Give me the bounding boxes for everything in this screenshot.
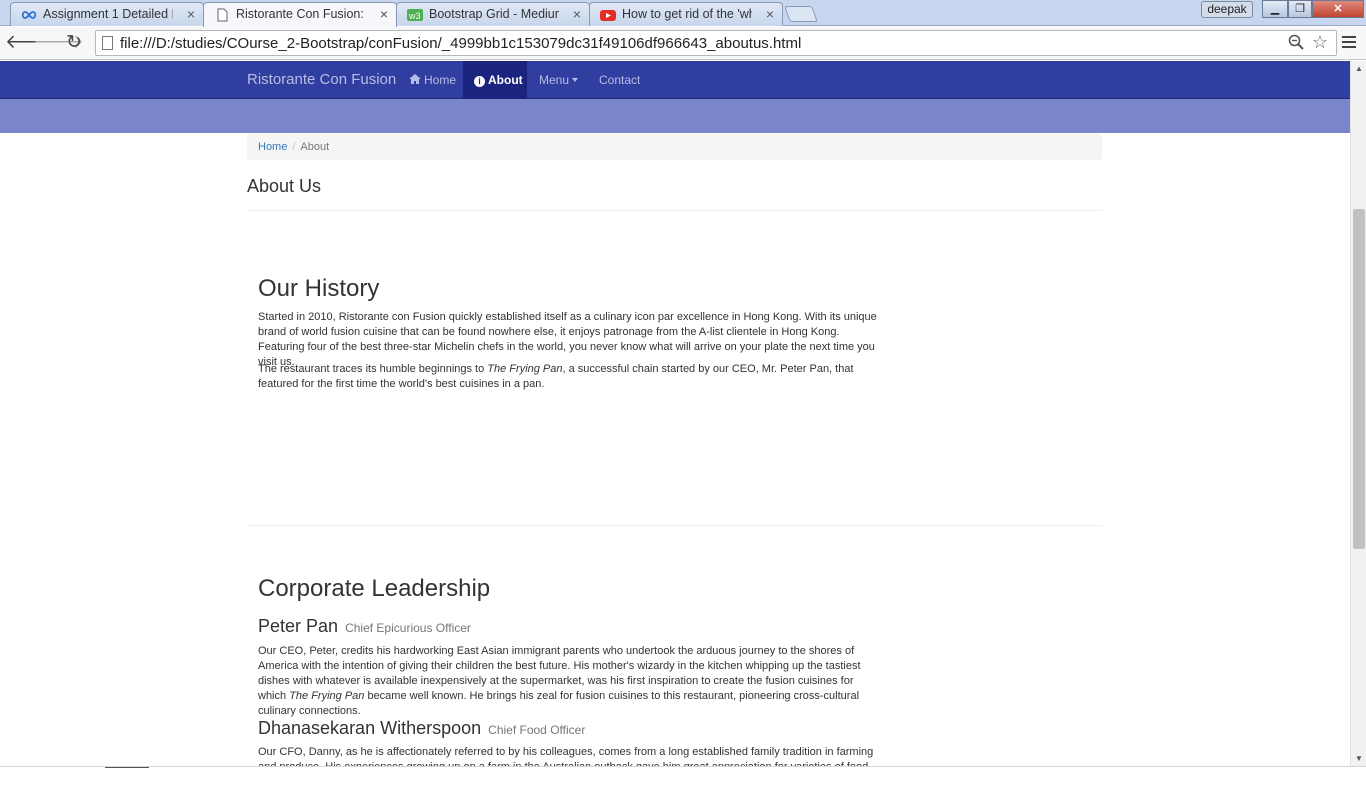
breadcrumb-current: About	[300, 141, 330, 153]
breadcrumb: Home / About	[247, 134, 1102, 160]
tab-title: How to get rid of the 'whi	[622, 7, 752, 21]
page-icon	[102, 36, 113, 50]
bookmark-star-icon[interactable]: ☆	[1312, 32, 1328, 53]
browser-tab-ristorante[interactable]: Ristorante Con Fusion: Ab ×	[203, 2, 397, 27]
browser-toolbar: 🡐 🡒 ↻ file:///D:/studies/COurse_2-Bootst…	[0, 27, 1366, 60]
address-url[interactable]: file:///D:/studies/COurse_2-Bootstrap/co…	[120, 35, 801, 52]
jumbotron-header	[0, 99, 1350, 133]
home-icon	[409, 62, 421, 100]
person-bio: Our CFO, Danny, as he is affectionately …	[258, 746, 874, 766]
nav-label-menu: Menu	[539, 73, 570, 87]
history-paragraph-2: The restaurant traces its humble beginni…	[258, 363, 854, 390]
history-paragraph-1: Started in 2010, Ristorante con Fusion q…	[258, 311, 877, 368]
person-name-text: Dhanasekaran Witherspoon	[258, 718, 482, 738]
person-name: Peter Pan Chief Epicurious Officer	[258, 616, 471, 637]
close-icon[interactable]: ×	[187, 6, 195, 22]
person-role: Chief Epicurious Officer	[345, 621, 471, 635]
nav-item-menu[interactable]: Menu	[528, 61, 589, 99]
nav-item-about[interactable]: i About	[463, 61, 527, 99]
nav-label-home: Home	[424, 73, 457, 87]
browser-tab-youtube[interactable]: How to get rid of the 'whi ×	[589, 2, 783, 26]
back-icon[interactable]: 🡐	[5, 31, 56, 55]
profile-button[interactable]: deepak	[1201, 1, 1253, 18]
tab-title: Bootstrap Grid - Medium	[429, 7, 559, 21]
browser-tab-strip: Assignment 1 Detailed Ins × Ristorante C…	[0, 0, 1366, 27]
zoom-icon[interactable]	[1288, 34, 1304, 55]
window-close-icon[interactable]: ✕	[1312, 0, 1364, 18]
w3schools-icon: w3	[407, 8, 423, 22]
minimize-icon[interactable]: ▁	[1262, 0, 1288, 18]
navbar-brand[interactable]: Ristorante Con Fusion	[247, 71, 396, 88]
person-name: Dhanasekaran Witherspoon Chief Food Offi…	[258, 718, 585, 739]
scroll-up-arrow-icon[interactable]: ▲	[1355, 64, 1363, 73]
vertical-scrollbar[interactable]: ▲ ▼	[1350, 61, 1366, 766]
youtube-icon	[600, 8, 616, 22]
caret-down-icon	[572, 78, 579, 82]
person-name-text: Peter Pan	[258, 616, 339, 636]
coursera-infinity-icon	[21, 8, 37, 22]
nav-label-about: About	[488, 73, 523, 87]
new-tab-button[interactable]	[784, 6, 818, 22]
forward-icon[interactable]: 🡒	[33, 31, 84, 55]
browser-tab-assignment[interactable]: Assignment 1 Detailed Ins ×	[10, 2, 204, 26]
info-circle-icon: i	[474, 76, 485, 87]
history-heading: Our History	[258, 275, 380, 302]
nav-label-contact: Contact	[599, 73, 641, 87]
divider	[105, 767, 149, 768]
close-icon[interactable]: ×	[380, 6, 388, 22]
person-role: Chief Food Officer	[488, 723, 586, 737]
page-icon	[214, 8, 230, 22]
close-icon[interactable]: ×	[573, 6, 581, 22]
page-title: About Us	[247, 176, 322, 196]
nav-item-contact[interactable]: Contact	[588, 61, 651, 99]
leadership-heading: Corporate Leadership	[258, 575, 491, 602]
scroll-down-arrow-icon[interactable]: ▼	[1355, 754, 1363, 763]
site-navbar: Ristorante Con Fusion Home i About Menu C…	[0, 61, 1350, 99]
close-icon[interactable]: ×	[766, 6, 774, 22]
maximize-icon[interactable]: ❐	[1288, 0, 1312, 18]
address-bar[interactable]: file:///D:/studies/COurse_2-Bootstrap/co…	[95, 30, 1337, 56]
breadcrumb-home-link[interactable]: Home	[258, 141, 287, 153]
scrollbar-thumb[interactable]	[1353, 209, 1365, 549]
person-bio: Our CEO, Peter, credits his hardworking …	[258, 645, 861, 717]
tab-title: Ristorante Con Fusion: Ab	[236, 7, 366, 21]
reload-icon[interactable]: ↻	[62, 31, 86, 55]
breadcrumb-separator: /	[292, 141, 296, 153]
window-bottom-edge	[0, 766, 1366, 794]
divider	[247, 210, 1102, 211]
browser-tab-bootstrap-grid[interactable]: w3 Bootstrap Grid - Medium ×	[396, 2, 590, 26]
svg-text:w3: w3	[408, 11, 421, 21]
nav-item-home[interactable]: Home	[398, 61, 467, 99]
page-viewport: Ristorante Con Fusion Home i About Menu C…	[0, 61, 1350, 766]
chrome-menu-icon[interactable]	[1342, 33, 1356, 51]
divider	[247, 525, 1102, 526]
tab-title: Assignment 1 Detailed Ins	[43, 7, 173, 21]
